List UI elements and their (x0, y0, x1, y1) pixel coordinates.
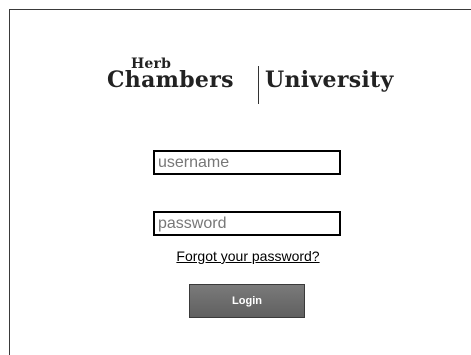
username-input[interactable] (153, 150, 341, 175)
herb-chambers-university-logo: Herb Chambers University (99, 56, 405, 112)
forgot-password-link[interactable]: Forgot your password? (152, 248, 344, 264)
logo-divider (258, 66, 259, 104)
logo-chambers-text: Chambers (107, 67, 234, 93)
password-input[interactable] (153, 211, 341, 236)
logo-university-text: University (265, 67, 394, 93)
login-button[interactable]: Login (189, 284, 305, 318)
